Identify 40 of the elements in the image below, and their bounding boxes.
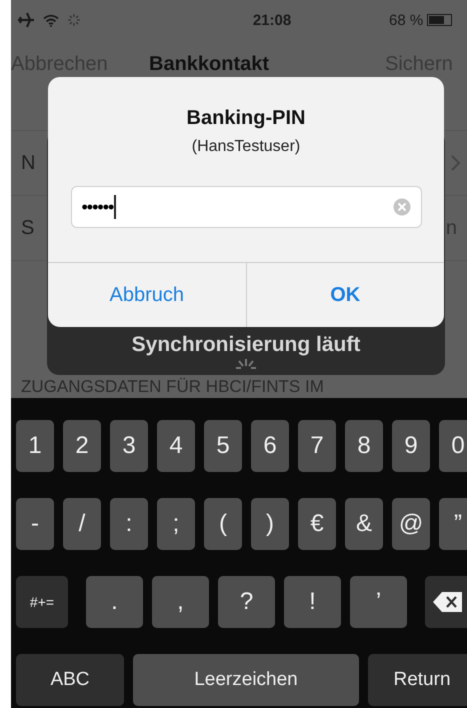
keyboard-key[interactable]: .: [86, 576, 143, 628]
alert-message: (HansTestuser): [192, 138, 300, 156]
status-time: 21:08: [252, 12, 292, 28]
keyboard-key[interactable]: (: [204, 498, 242, 550]
hud-message: Synchronisierung läuft: [132, 333, 360, 357]
keyboard-key[interactable]: 0: [439, 420, 467, 472]
keyboard-key[interactable]: 7: [298, 420, 336, 472]
keyboard-key[interactable]: /: [63, 498, 101, 550]
keyboard-key[interactable]: 8: [345, 420, 383, 472]
pin-field[interactable]: ••••••: [70, 186, 422, 228]
ok-button[interactable]: OK: [246, 263, 444, 327]
keyboard-key[interactable]: 6: [251, 420, 289, 472]
row-label: S: [21, 216, 34, 238]
keyboard-key[interactable]: ABC: [16, 654, 124, 706]
nav-title: Bankkontakt: [149, 52, 270, 76]
keyboard-key[interactable]: 4: [157, 420, 195, 472]
cancel-button[interactable]: Abbruch: [48, 263, 246, 327]
battery-percent: 68 %: [389, 12, 424, 28]
space-key[interactable]: Leerzeichen: [133, 654, 359, 706]
keyboard-key[interactable]: ”: [439, 498, 467, 550]
keyboard-key[interactable]: ): [251, 498, 289, 550]
keyboard-key[interactable]: 1: [16, 420, 54, 472]
keyboard-key[interactable]: 9: [392, 420, 430, 472]
keyboard-key[interactable]: &: [345, 498, 383, 550]
keyboard-key[interactable]: -: [16, 498, 54, 550]
keyboard-key[interactable]: !: [284, 576, 341, 628]
keyboard-key[interactable]: ;: [157, 498, 195, 550]
keyboard-key[interactable]: @: [392, 498, 430, 550]
keyboard-key[interactable]: 3: [110, 420, 148, 472]
keyboard-key[interactable]: Return: [368, 654, 467, 706]
keyboard-key[interactable]: ?: [218, 576, 275, 628]
row-label: N: [21, 152, 36, 174]
keyboard-key[interactable]: ,: [152, 576, 209, 628]
keyboard-key[interactable]: :: [110, 498, 148, 550]
keyboard-key[interactable]: #+=: [16, 576, 68, 628]
keyboard-key[interactable]: €: [298, 498, 336, 550]
keyboard-key[interactable]: ’: [350, 576, 407, 628]
alert-title: Banking-PIN: [186, 107, 306, 130]
keyboard-key[interactable]: 2: [63, 420, 101, 472]
keyboard-key[interactable]: 5: [204, 420, 242, 472]
